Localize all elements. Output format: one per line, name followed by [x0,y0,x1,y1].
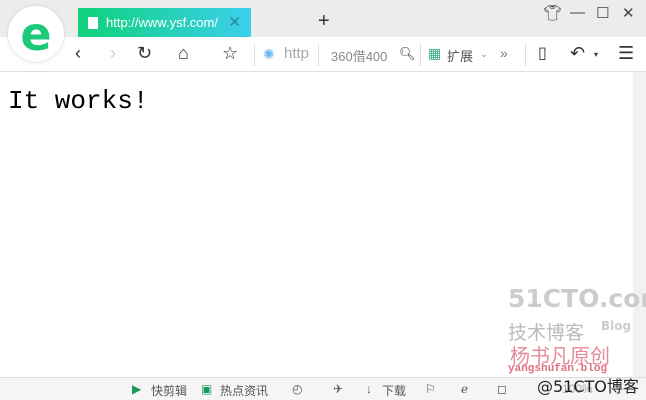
news-button[interactable]: 热点资讯 [220,382,268,399]
window-icon[interactable]: ◻ [497,382,507,396]
extensions-icon[interactable]: ▦ [428,45,441,62]
tab-title: http://www.ysf.com/ [106,15,218,30]
flag-icon[interactable]: ⚐ [425,382,436,396]
dropdown-icon[interactable]: ▾ [594,50,598,59]
divider [254,44,255,66]
watermark-blog: Blog [601,319,632,333]
speed-icon[interactable]: ◴ [292,382,302,396]
home-button[interactable]: ⌂ [178,43,189,64]
clip-button[interactable]: 快剪辑 [151,382,187,399]
back-button[interactable]: ‹ [75,43,81,64]
address-bar[interactable]: http [284,45,309,62]
page-text: It works! [8,86,149,116]
status-bar: ▶ 快剪辑 ▣ 热点资讯 ◴ ✈ ↓ 下载 ⚐ ℯ ◻ 100% @51CTO博… [0,377,646,400]
search-icon[interactable]: 🔍︎ [399,46,416,62]
menu-icon[interactable]: ☰ [618,43,634,64]
tab-active[interactable]: http://www.ysf.com/ ✕ [78,8,251,37]
reload-button[interactable]: ↻ [137,43,152,64]
page-icon [88,16,98,29]
favorite-icon[interactable]: ☆ [222,43,238,64]
toolbar: ‹ › ↻ ⌂ ☆ ✺ http 360借400 🔍︎ ▦ 扩展 ⌄ » ▯ ↶… [0,37,646,72]
scrollbar[interactable] [633,72,646,377]
maximize-button[interactable]: ☐ [596,4,609,22]
download-icon: ↓ [366,382,372,396]
skin-icon[interactable]: 👕︎ [543,4,562,22]
news-icon: ▣ [201,382,213,396]
watermark-site: 51CTO.com [508,284,646,313]
divider [525,44,526,66]
site-icon: ✺ [263,46,275,62]
extensions-button[interactable]: 扩展 [447,46,473,65]
divider [420,44,421,66]
minimize-button[interactable]: — [570,4,585,21]
watermark-credit: @51CTO博客 [537,377,639,396]
rocket-icon[interactable]: ✈ [333,382,343,396]
clip-icon: ▶ [132,382,142,396]
more-icon[interactable]: » [500,45,508,61]
browser-logo: e [8,6,64,62]
ie-icon[interactable]: ℯ [461,382,468,396]
close-button[interactable]: ✕ [622,4,635,22]
chevron-down-icon[interactable]: ⌄ [480,49,488,60]
close-tab-icon[interactable]: ✕ [228,13,241,31]
title-bar: http://www.ysf.com/ ✕ + 👕︎ — ☐ ✕ [0,0,646,37]
new-tab-button[interactable]: + [318,10,330,33]
divider [318,44,319,66]
forward-button[interactable]: › [110,43,116,64]
undo-icon[interactable]: ↶ [570,43,585,64]
mobile-icon[interactable]: ▯ [538,43,547,63]
download-button[interactable]: 下载 [382,382,406,399]
search-input[interactable]: 360借400 [331,46,387,65]
